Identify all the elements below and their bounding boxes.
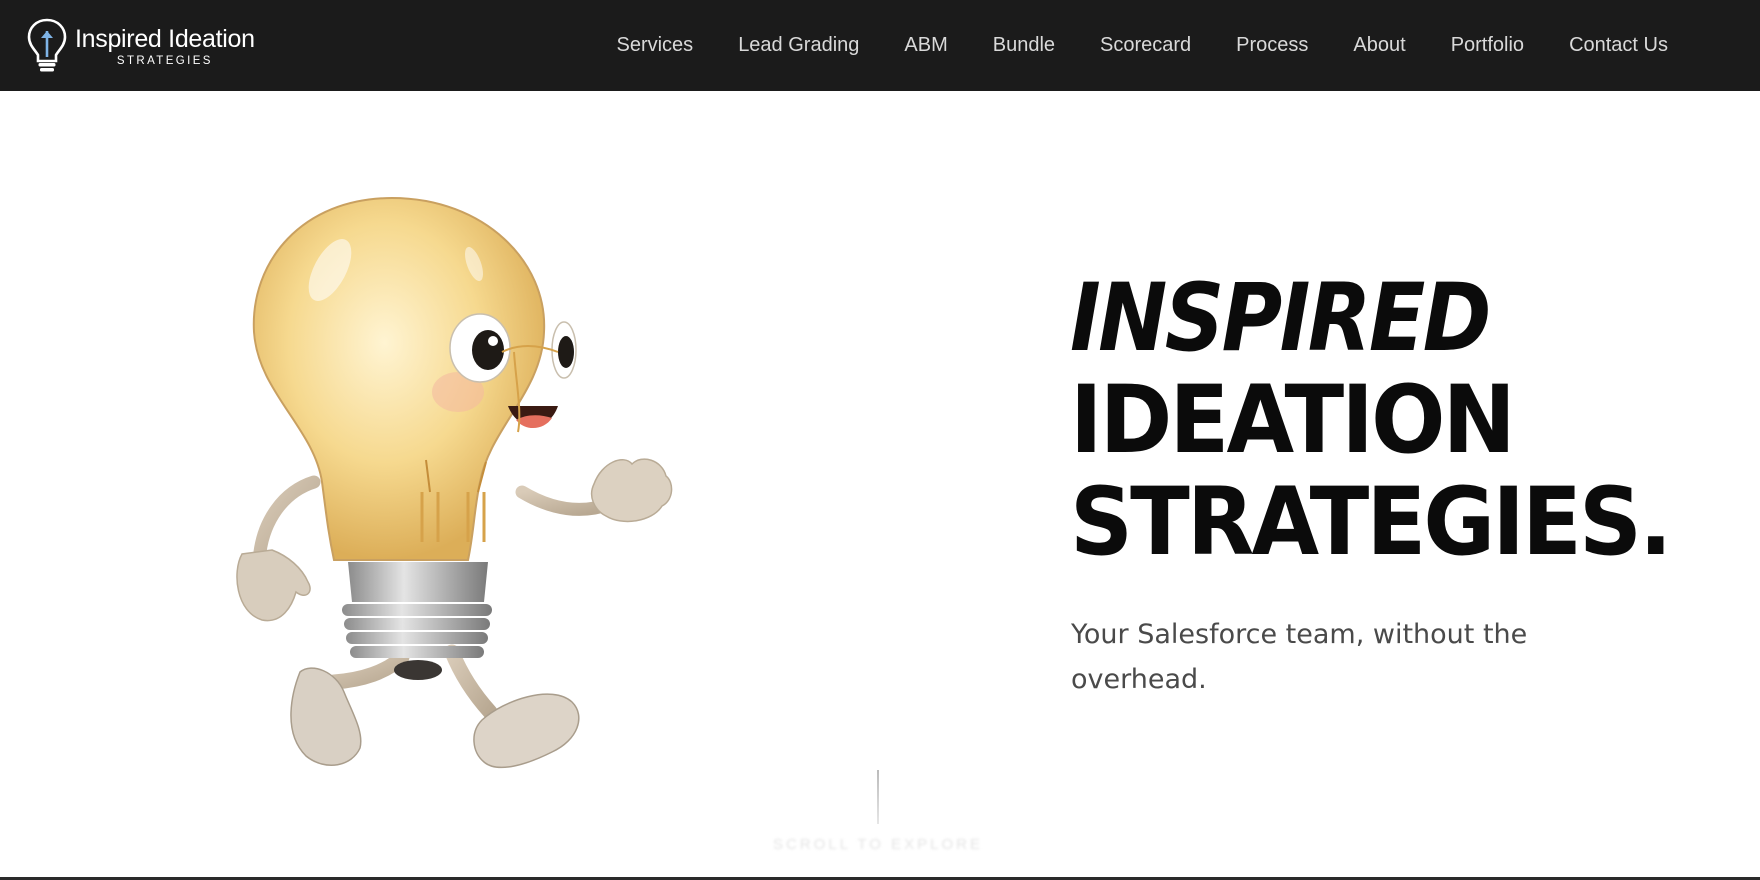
main-nav: Services Lead Grading ABM Bundle Scoreca…: [616, 0, 1668, 91]
nav-link-about[interactable]: About: [1353, 34, 1405, 57]
hero-subtitle: Your Salesforce team, without the overhe…: [1071, 619, 1528, 695]
hero-title-line-2: IDEATION: [1070, 366, 1516, 475]
scroll-hint[interactable]: SCROLL TO EXPLORE: [760, 836, 996, 853]
nav-link-lead-grading[interactable]: Lead Grading: [738, 34, 859, 57]
scroll-indicator-line: [877, 770, 879, 824]
lightbulb-icon: [27, 18, 67, 72]
nav-link-services[interactable]: Services: [616, 34, 693, 57]
nav-link-process[interactable]: Process: [1236, 34, 1308, 57]
hero-title: INSPIRED IDEATION STRATEGIES.: [1070, 268, 1760, 574]
walking-lightbulb-mascot: [236, 196, 673, 769]
brand-logo-link[interactable]: Inspired Ideation STRATEGIES: [26, 17, 255, 75]
hero-title-line-1: INSPIRED: [1070, 264, 1491, 373]
brand-name: Inspired Ideation: [75, 24, 255, 53]
nav-link-contact-us[interactable]: Contact Us: [1569, 34, 1668, 57]
nav-link-portfolio[interactable]: Portfolio: [1451, 34, 1524, 57]
nav-link-abm[interactable]: ABM: [904, 34, 947, 57]
brand-tagline: STRATEGIES: [116, 54, 213, 67]
nav-link-scorecard[interactable]: Scorecard: [1100, 34, 1191, 57]
site-header: Inspired Ideation STRATEGIES Services Le…: [0, 0, 1760, 91]
nav-link-bundle[interactable]: Bundle: [993, 34, 1055, 57]
brand-wordmark: Inspired Ideation STRATEGIES: [75, 25, 255, 68]
hero-title-line-3: STRATEGIES.: [1070, 468, 1672, 577]
